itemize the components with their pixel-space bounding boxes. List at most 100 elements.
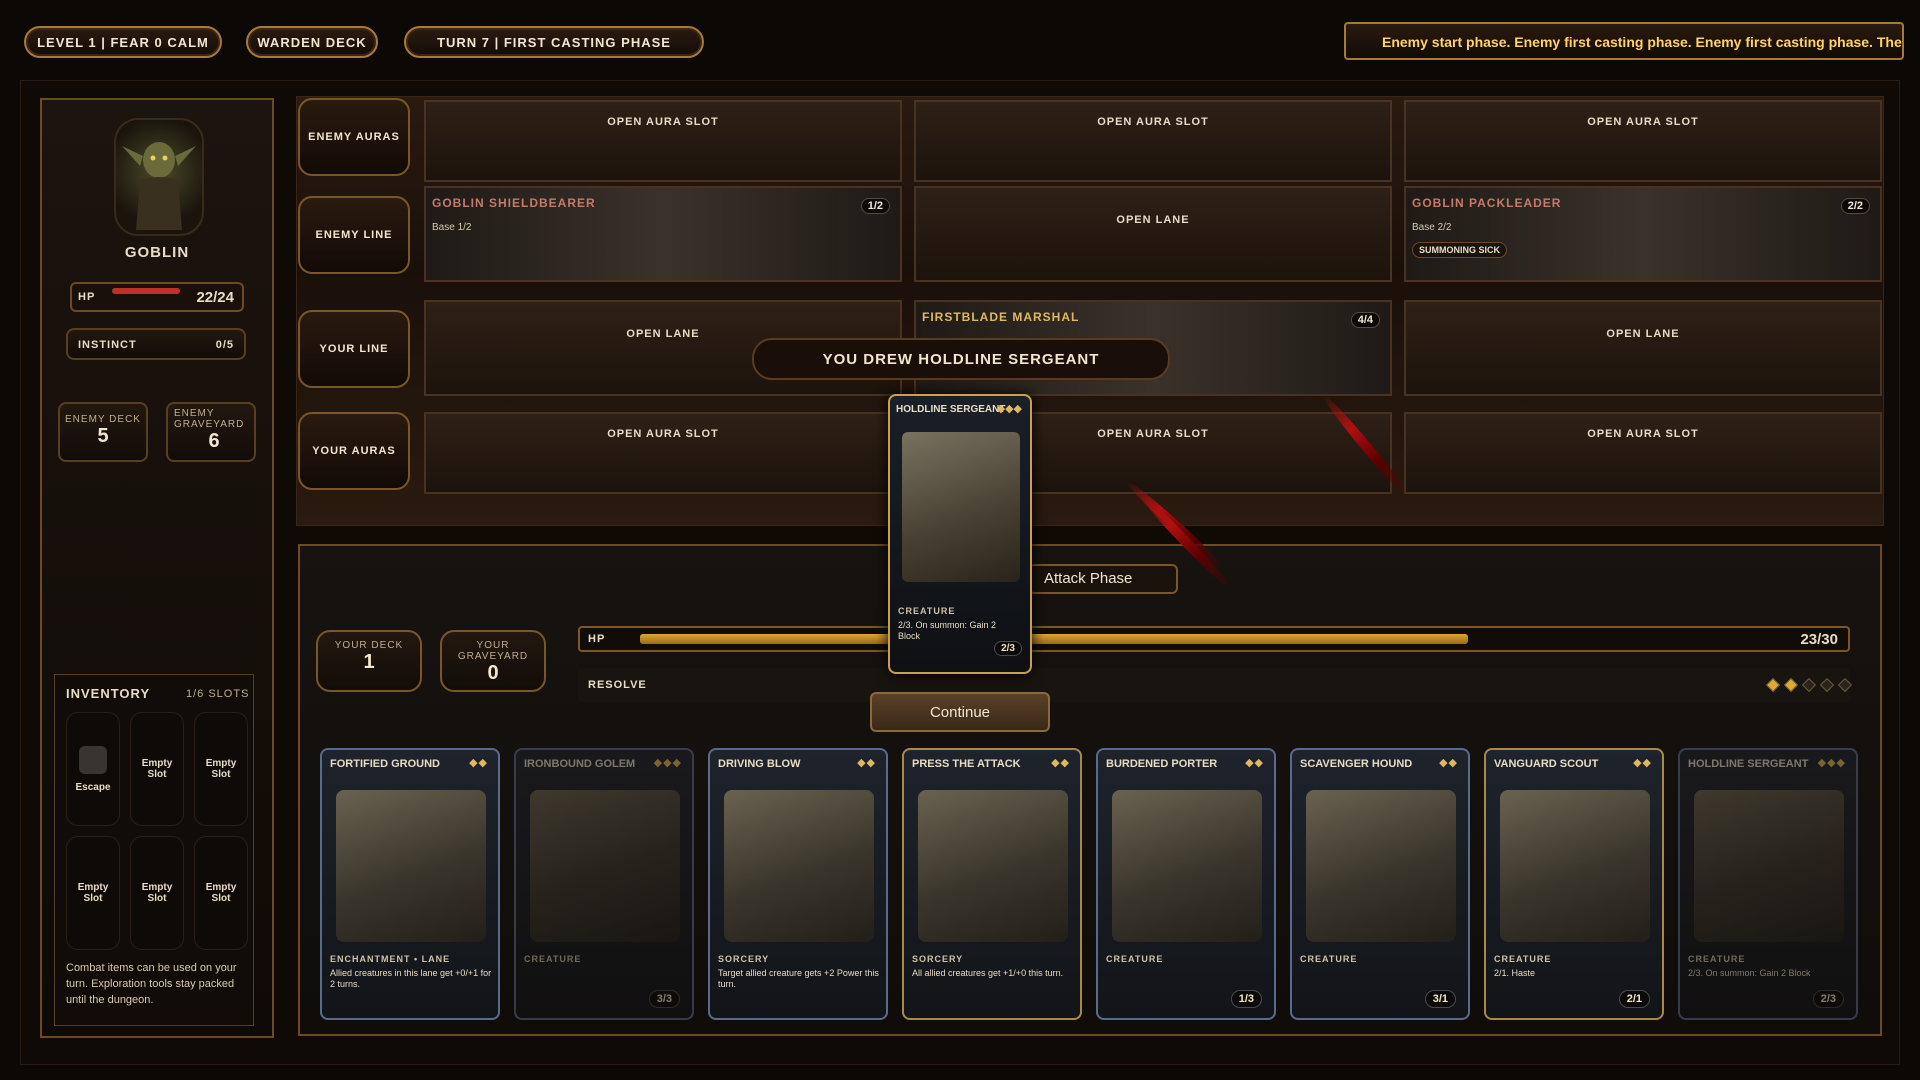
slot-label: OPEN AURA SLOT — [1587, 116, 1699, 128]
card-type: CREATURE — [1688, 954, 1746, 964]
slot-label: OPEN AURA SLOT — [607, 116, 719, 128]
inventory-slot[interactable]: Empty Slot — [66, 836, 120, 950]
hand-card[interactable]: VANGUARD SCOUT ◆◆ CREATURE 2/1. Haste 2/1 — [1484, 748, 1664, 1020]
inventory-slot-label: Empty Slot — [141, 882, 173, 904]
resolve-meter: RESOLVE — [578, 668, 1853, 702]
enemy-graveyard-count: 6 — [208, 430, 220, 452]
hand-card[interactable]: FORTIFIED GROUND ◆◆ ENCHANTMENT • LANE Alli… — [320, 748, 500, 1020]
card-cost-gems: ◆◆◆ — [996, 403, 1022, 415]
inventory-slot[interactable]: Empty Slot — [194, 712, 248, 826]
card-art — [902, 432, 1020, 582]
card-name: BURDENED PORTER — [1106, 758, 1218, 770]
card-cost-gems: ◆◆◆ — [653, 757, 682, 769]
your-deck[interactable]: YOUR DECK 1 — [316, 630, 422, 692]
enemy-deck-count: 5 — [97, 425, 109, 447]
hand-card[interactable]: SCAVENGER HOUND ◆◆ CREATURE 3/1 — [1290, 748, 1470, 1020]
card-art — [1694, 790, 1844, 942]
escape-item-icon — [79, 745, 107, 774]
enemy-hp-value: 22/24 — [196, 289, 234, 306]
inventory-slot-label: Empty Slot — [205, 882, 237, 904]
slot-label: OPEN LANE — [1116, 214, 1190, 226]
slot-label: OPEN AURA SLOT — [1587, 428, 1699, 440]
card-cost-gems: ◆◆ — [857, 757, 876, 769]
card-type: SORCERY — [912, 954, 964, 964]
unit-name: FIRSTBLADE MARSHAL — [922, 310, 1080, 324]
enemy-aura-slot[interactable]: OPEN AURA SLOT — [914, 100, 1392, 182]
resolve-pip-empty — [1801, 677, 1817, 693]
enemy-unit-goblin-shieldbearer[interactable]: GOBLIN SHIELDBEARER Base 1/2 1/2 — [424, 186, 902, 282]
resolve-pip-filled — [1783, 677, 1799, 693]
level-fear-badge: LEVEL 1 | FEAR 0 CALM — [24, 26, 222, 58]
slot-label: OPEN LANE — [1606, 328, 1680, 340]
inventory-slot[interactable]: Empty Slot — [194, 836, 248, 950]
enemy-graveyard: ENEMY GRAVEYARD 6 — [166, 402, 256, 462]
enemy-lane-open[interactable]: OPEN LANE — [914, 186, 1392, 282]
card-art — [530, 790, 680, 942]
card-cost-gems: ◆◆◆ — [1817, 757, 1846, 769]
card-name: FORTIFIED GROUND — [330, 758, 440, 770]
inventory-slots-count: 1/6 SLOTS — [186, 688, 250, 700]
card-text: Target allied creature gets +2 Power thi… — [718, 968, 879, 989]
enemy-aura-slot[interactable]: OPEN AURA SLOT — [1404, 100, 1882, 182]
card-type: CREATURE — [1494, 954, 1552, 964]
card-name: PRESS THE ATTACK — [912, 758, 1021, 770]
row-label-your-line: YOUR LINE — [298, 310, 410, 388]
inventory-title: INVENTORY — [66, 686, 151, 701]
your-deck-count: 1 — [363, 651, 375, 673]
your-aura-slot[interactable]: OPEN AURA SLOT — [424, 412, 902, 494]
unit-name: GOBLIN PACKLEADER — [1412, 196, 1562, 210]
row-label-enemy-auras: ENEMY AURAS — [298, 98, 410, 176]
attack-phase-button[interactable]: Attack Phase — [1028, 564, 1178, 594]
hand-card[interactable]: PRESS THE ATTACK ◆◆ SORCERY All allied crea… — [902, 748, 1082, 1020]
row-label-enemy-line: ENEMY LINE — [298, 196, 410, 274]
card-type: CREATURE — [524, 954, 582, 964]
your-graveyard[interactable]: YOUR GRAVEYARD 0 — [440, 630, 546, 692]
your-graveyard-count: 0 — [487, 662, 499, 684]
drawn-card-holdline-sergeant[interactable]: HOLDLINE SERGEANT ◆◆◆ CREATURE 2/3. On s… — [888, 394, 1032, 674]
card-cost-gems: ◆◆ — [1245, 757, 1264, 769]
continue-button[interactable]: Continue — [870, 692, 1050, 732]
your-deck-label: YOUR DECK — [334, 640, 404, 651]
summoning-sick-badge: SUMMONING SICK — [1412, 242, 1507, 258]
hand-card[interactable]: IRONBOUND GOLEM ◆◆◆ CREATURE 3/3 — [514, 748, 694, 1020]
card-stats: 3/3 — [648, 990, 680, 1008]
slot-label: OPEN AURA SLOT — [607, 428, 719, 440]
your-graveyard-label: YOUR GRAVEYARD — [457, 640, 529, 662]
resolve-label: RESOLVE — [588, 679, 647, 691]
card-stats: 3/1 — [1424, 990, 1456, 1008]
inventory-slot-label: Empty Slot — [141, 758, 173, 780]
enemy-hp-label: HP — [78, 291, 96, 303]
hand-card[interactable]: DRIVING BLOW ◆◆ SORCERY Target allied creat… — [708, 748, 888, 1020]
inventory-slot-label: Empty Slot — [205, 758, 237, 780]
card-name: IRONBOUND GOLEM — [524, 758, 636, 770]
card-name: HOLDLINE SERGEANT — [896, 404, 1006, 415]
your-lane-open[interactable]: OPEN LANE — [1404, 300, 1882, 396]
event-log-text: Enemy start phase. Enemy first casting p… — [1382, 34, 1904, 50]
card-art — [724, 790, 874, 942]
card-cost-gems: ◆◆ — [469, 757, 488, 769]
inventory-slot[interactable]: Empty Slot — [130, 712, 184, 826]
your-aura-slot[interactable]: OPEN AURA SLOT — [1404, 412, 1882, 494]
card-name: HOLDLINE SERGEANT — [1688, 758, 1809, 770]
card-text: 2/1. Haste — [1494, 968, 1536, 978]
card-stats: 2/3 — [1812, 990, 1844, 1008]
unit-stat-badge: 1/2 — [860, 198, 890, 214]
turn-phase-badge: TURN 7 | FIRST CASTING PHASE — [404, 26, 704, 58]
card-stats: 1/3 — [1230, 990, 1262, 1008]
card-art — [1500, 790, 1650, 942]
inventory-slot[interactable]: Empty Slot — [130, 836, 184, 950]
enemy-portrait — [114, 118, 204, 236]
enemy-aura-slot[interactable]: OPEN AURA SLOT — [424, 100, 902, 182]
enemy-unit-goblin-packleader[interactable]: GOBLIN PACKLEADER Base 2/2 2/2 SUMMONING… — [1404, 186, 1882, 282]
card-stats: 2/3 — [994, 641, 1022, 656]
card-text: All allied creatures get +1/+0 this turn… — [912, 968, 1064, 978]
enemy-hp-fill — [112, 288, 180, 294]
row-label-your-auras: YOUR AURAS — [298, 412, 410, 490]
player-hp-value: 23/30 — [1800, 631, 1838, 648]
hand-card[interactable]: HOLDLINE SERGEANT ◆◆◆ CREATURE 2/3. On summ… — [1678, 748, 1858, 1020]
hand-card[interactable]: BURDENED PORTER ◆◆ CREATURE 1/3 — [1096, 748, 1276, 1020]
inventory-slot-escape[interactable]: Escape — [66, 712, 120, 826]
card-name: VANGUARD SCOUT — [1494, 758, 1599, 770]
player-hp-fill — [640, 634, 1468, 644]
player-hp-bar: HP 23/30 — [578, 626, 1850, 652]
